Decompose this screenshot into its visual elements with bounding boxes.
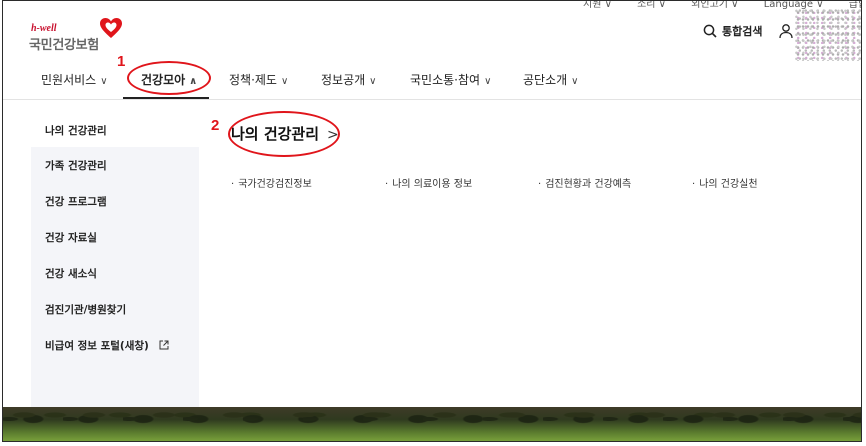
- logo-tagline: h-well: [31, 23, 57, 34]
- redacted-area: [795, 9, 861, 61]
- link-label: 나의 의료이용 정보: [392, 179, 473, 190]
- utility-item[interactable]: 외인고기 ∨: [691, 1, 738, 10]
- gnb-item-communication[interactable]: 국민소통·참여 ∨: [410, 71, 491, 88]
- sidebar-item-health-program[interactable]: 건강 프로그램: [45, 194, 107, 209]
- gnb-label: 공단소개: [523, 73, 568, 87]
- user-icon[interactable]: [778, 23, 794, 39]
- integrated-search-button[interactable]: 통합검색: [703, 23, 762, 39]
- link-national-checkup[interactable]: · 국가건강검진정보: [231, 175, 312, 190]
- sidebar-item-health-news[interactable]: 건강 새소식: [45, 266, 97, 281]
- gnb-item-civil-service[interactable]: 민원서비스 ∨: [41, 71, 108, 88]
- search-icon: [703, 24, 717, 38]
- heart-logo-icon: [100, 18, 122, 38]
- link-health-practice[interactable]: · 나의 건강실천: [692, 175, 758, 190]
- external-link-icon: [159, 340, 169, 350]
- sidebar-item-find-hospital[interactable]: 검진기관/병원찾기: [45, 302, 126, 317]
- chevron-down-icon: ∨: [571, 76, 579, 87]
- annotation-circle-2: [228, 111, 340, 157]
- browser-frame: 지원 ∨ 소리 ∨ 외인고기 ∨ Language ∨ 급합 전각 ∧ h-we…: [2, 0, 862, 442]
- logo-name: 국민건강보험: [29, 38, 99, 53]
- link-label: 국가건강검진정보: [238, 179, 312, 190]
- chevron-down-icon: ∨: [280, 76, 289, 87]
- search-label: 통합검색: [722, 25, 763, 38]
- link-label: 검진현황과 건강예측: [545, 179, 632, 190]
- gnb-label: 정보공개: [321, 73, 366, 87]
- utility-item[interactable]: 지원 ∨: [583, 1, 612, 10]
- annotation-number-1: 1: [117, 53, 126, 70]
- gnb-label: 국민소통·참여: [410, 73, 481, 87]
- chevron-down-icon: ∨: [369, 76, 377, 87]
- gnb-item-disclosure[interactable]: 정보공개 ∨: [321, 71, 377, 88]
- annotation-circle-1: [127, 61, 211, 95]
- sidebar-item-my-health[interactable]: 나의 건강관리: [45, 123, 107, 138]
- sidebar-item-family-health[interactable]: 가족 건강관리: [45, 158, 107, 173]
- link-medical-usage[interactable]: · 나의 의료이용 정보: [385, 175, 472, 190]
- utility-item[interactable]: 소리 ∨: [637, 1, 666, 10]
- annotation-number-2: 2: [211, 117, 220, 134]
- chevron-down-icon: ∨: [100, 76, 108, 87]
- link-checkup-prediction[interactable]: · 검진현황과 건강예측: [538, 175, 631, 190]
- link-label: 나의 건강실천: [699, 179, 758, 190]
- banner-photo: [3, 407, 861, 441]
- tree-line: [3, 407, 861, 427]
- sidebar-item-health-library[interactable]: 건강 자료실: [45, 230, 97, 245]
- chevron-down-icon: ∨: [484, 76, 492, 87]
- gnb-label: 정책·제도: [229, 73, 277, 87]
- gnb-item-about[interactable]: 공단소개 ∨: [523, 71, 579, 88]
- sidebar-item-label: 비급여 정보 포털(새창): [45, 340, 149, 352]
- gnb-item-policy[interactable]: 정책·제도 ∨: [229, 71, 288, 88]
- active-tab-underline: [123, 97, 209, 99]
- gnb-label: 민원서비스: [41, 73, 97, 87]
- sidebar-item-noncovered-portal[interactable]: 비급여 정보 포털(새창): [45, 338, 169, 353]
